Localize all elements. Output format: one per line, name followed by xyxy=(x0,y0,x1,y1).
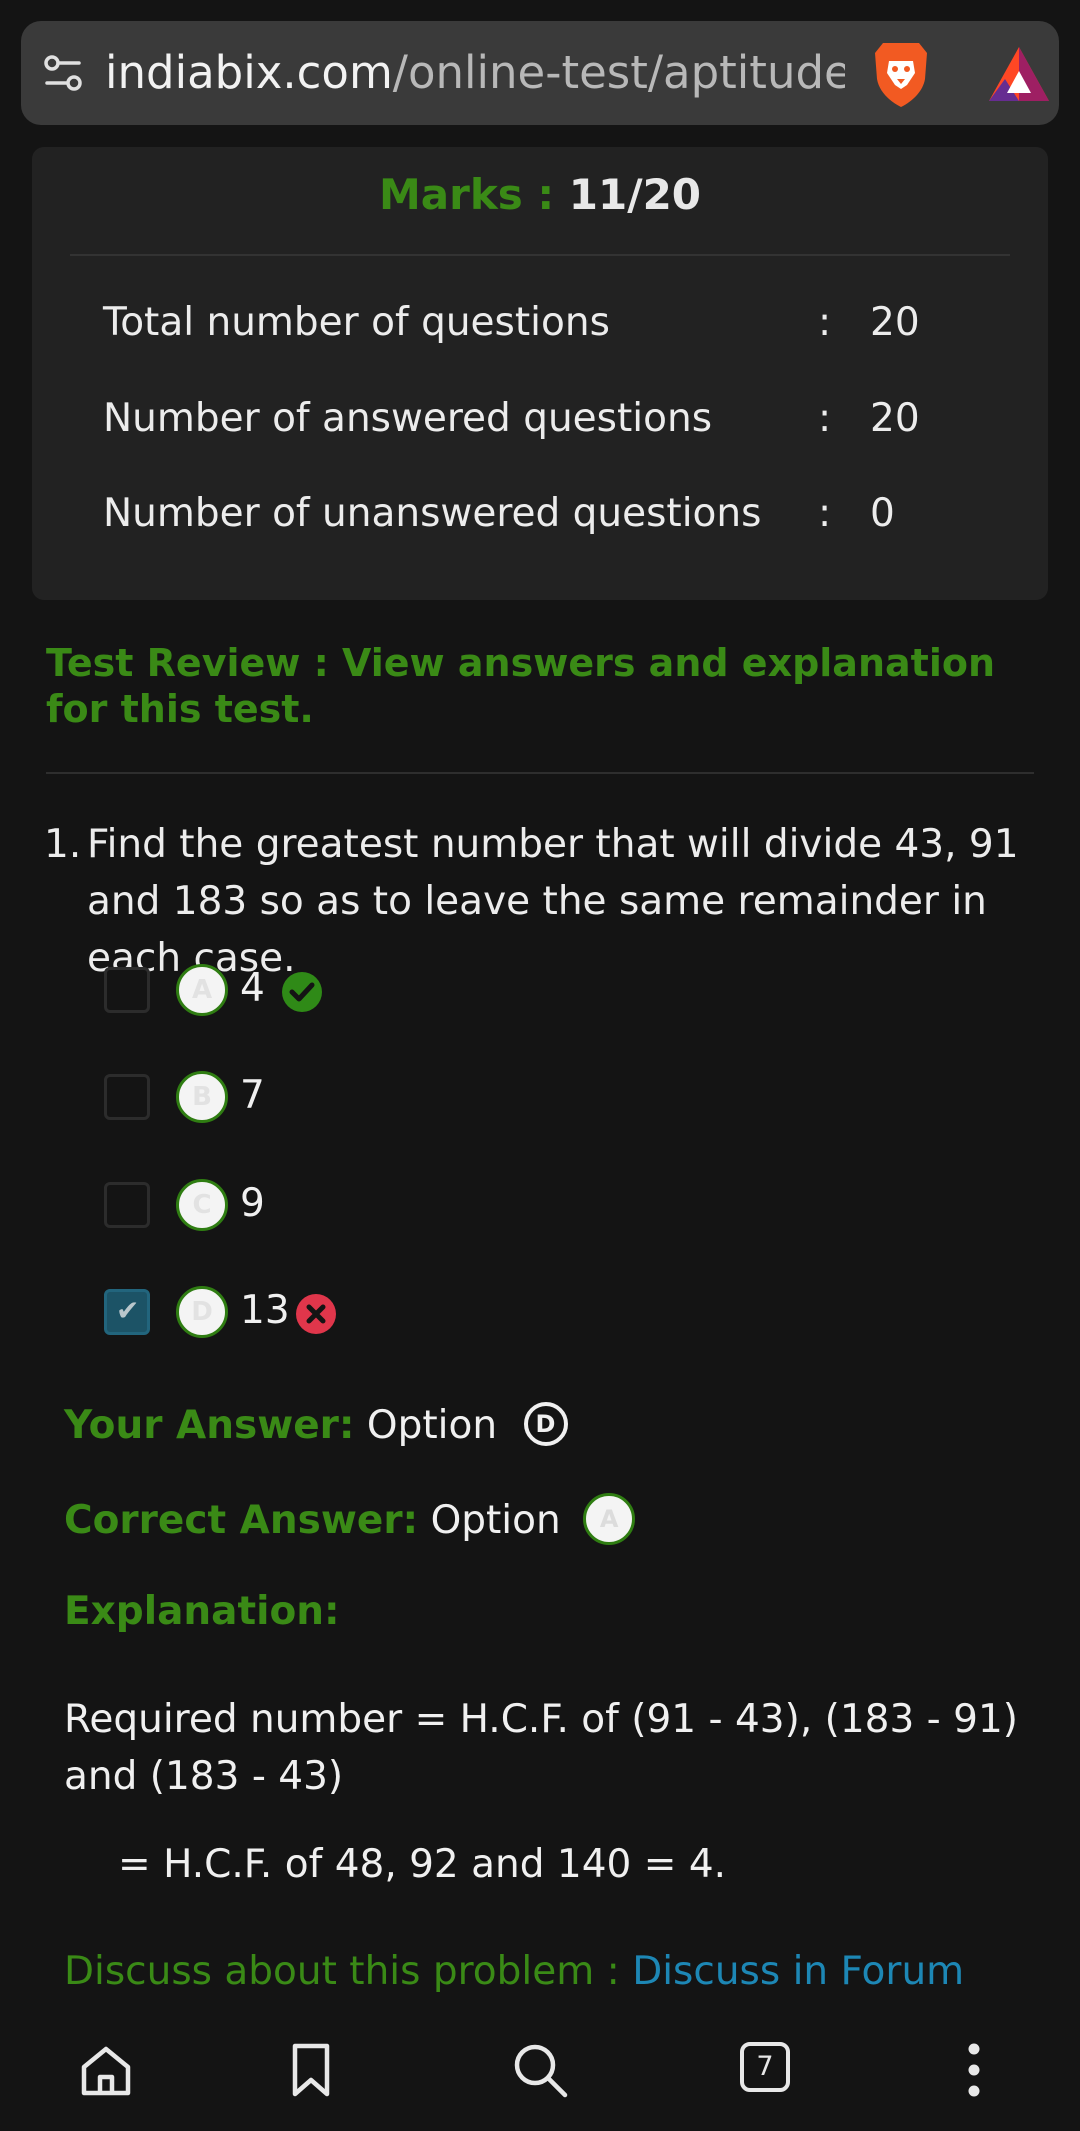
test-review-heading: Test Review : View answers and explanati… xyxy=(46,641,995,731)
stat-total-questions: Total number of questions : 20 xyxy=(70,293,1010,353)
option-letter-badge: C xyxy=(176,1179,228,1231)
option-b-checkbox[interactable] xyxy=(104,1074,150,1120)
option-text: 9 xyxy=(240,1181,265,1226)
stat-value: 0 xyxy=(870,491,895,536)
stat-colon: : xyxy=(818,491,832,536)
divider xyxy=(46,772,1034,774)
url-path: /online-test/aptitude-tes xyxy=(392,46,845,99)
option-letter-badge: B xyxy=(176,1071,228,1123)
explanation-heading: Explanation: xyxy=(64,1589,340,1634)
option-letter-badge: A xyxy=(176,964,228,1016)
option-text: 4 xyxy=(240,966,265,1011)
question-number: 1. xyxy=(44,822,82,867)
option-c-checkbox[interactable] xyxy=(104,1182,150,1228)
correct-answer-label: Correct Answer: xyxy=(64,1498,419,1543)
divider xyxy=(70,254,1010,256)
option-text: 7 xyxy=(240,1073,265,1118)
stat-label: Total number of questions xyxy=(103,300,610,345)
your-answer-label: Your Answer: xyxy=(64,1403,355,1448)
correct-answer-text: Option xyxy=(430,1498,561,1543)
your-answer-row: Your Answer: Option D xyxy=(64,1398,568,1454)
correct-check-icon xyxy=(282,972,322,1012)
option-c[interactable]: C 9 xyxy=(104,1179,704,1235)
search-icon[interactable] xyxy=(510,2040,570,2100)
brave-shields-icon[interactable] xyxy=(869,39,933,109)
brave-rewards-icon[interactable] xyxy=(985,43,1053,105)
more-menu-icon[interactable] xyxy=(944,2040,1004,2100)
marks-heading: Marks : 11/20 xyxy=(32,167,1048,223)
tabs-button[interactable]: 7 xyxy=(740,2042,790,2092)
stat-value: 20 xyxy=(870,396,920,441)
marks-label: Marks : xyxy=(378,170,555,219)
discuss-label: Discuss about this problem : xyxy=(64,1949,620,1994)
correct-answer-letter-badge: A xyxy=(583,1492,636,1545)
bookmark-icon[interactable] xyxy=(281,2040,341,2100)
discuss-row: Discuss about this problem : Discuss in … xyxy=(64,1944,964,2000)
url-domain: indiabix.com xyxy=(105,46,393,99)
address-bar[interactable]: indiabix.com/online-test/aptitude-tes xyxy=(21,21,1059,125)
stat-label: Number of answered questions xyxy=(103,396,713,441)
stat-answered-questions: Number of answered questions : 20 xyxy=(70,389,1010,449)
option-d-checkbox[interactable] xyxy=(104,1289,150,1335)
stat-value: 20 xyxy=(870,300,920,345)
explanation-line-1: Required number = H.C.F. of (91 - 43), (… xyxy=(64,1697,1018,1799)
your-answer-text: Option xyxy=(366,1403,498,1448)
home-icon[interactable] xyxy=(76,2040,136,2100)
your-answer-letter-badge: D xyxy=(523,1401,568,1446)
result-summary-card: Marks : 11/20 Total number of questions … xyxy=(32,147,1048,600)
wrong-cross-icon xyxy=(296,1294,336,1334)
question-text: Find the greatest number that will divid… xyxy=(87,822,1019,981)
option-d[interactable]: D 13 xyxy=(104,1286,704,1342)
stat-colon: : xyxy=(818,300,832,345)
correct-answer-row: Correct Answer: Option A xyxy=(64,1492,636,1549)
marks-value: 11/20 xyxy=(568,170,702,219)
stat-label: Number of unanswered questions xyxy=(103,491,762,536)
option-letter-badge: D xyxy=(176,1286,228,1338)
stat-unanswered-questions: Number of unanswered questions : 0 xyxy=(70,484,1010,544)
explanation-line-2: = H.C.F. of 48, 92 and 140 = 4. xyxy=(118,1842,727,1887)
url-text[interactable]: indiabix.com/online-test/aptitude-tes xyxy=(105,45,845,101)
option-text: 13 xyxy=(240,1288,290,1333)
site-settings-icon[interactable] xyxy=(43,53,83,93)
stat-colon: : xyxy=(818,396,832,441)
option-b[interactable]: B 7 xyxy=(104,1071,704,1127)
bottom-toolbar: 7 xyxy=(0,2004,1080,2131)
option-a-checkbox[interactable] xyxy=(104,967,150,1013)
discuss-in-forum-link[interactable]: Discuss in Forum xyxy=(632,1949,964,1994)
option-a[interactable]: A 4 xyxy=(104,964,704,1020)
